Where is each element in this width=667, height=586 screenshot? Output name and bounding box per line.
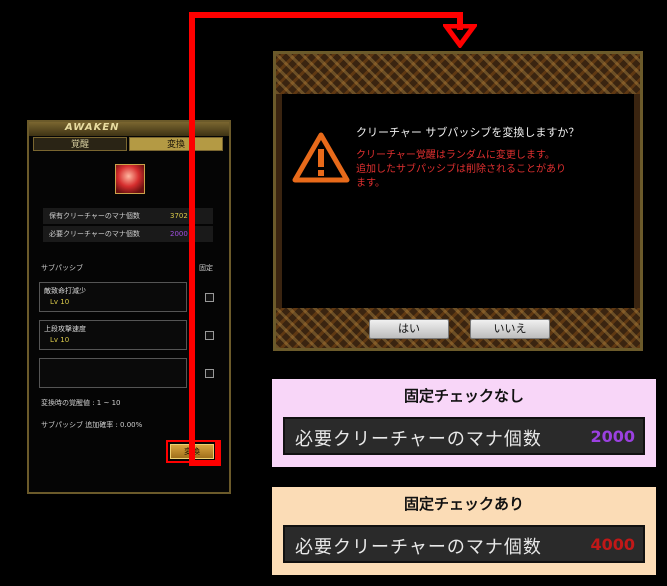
info-title: 固定チェックあり [403,495,524,513]
mana-bar-label: 必要クリーチャーのマナ個数 [295,537,542,558]
checkbox-icon[interactable] [205,331,214,340]
owned-mana-value: 3702 [170,212,188,220]
awaken-panel: AWAKEN 覚醒 変換 保有クリーチャーのマナ個数 3702 必要クリーチャー… [27,120,231,494]
sub-passive-slot[interactable] [39,358,187,388]
dialog-frame-bottom [276,308,640,348]
dialog-question: クリーチャー サブパッシブを変換しますか？ [356,126,580,139]
yes-button[interactable]: はい [369,319,449,339]
fixed-label: 固定 [199,264,213,272]
awaken-value-text: 変換時の覚醒値 : 1 ~ 10 [41,399,121,407]
warning-triangle-icon [292,132,350,183]
mana-bar-label: 必要クリーチャーのマナ個数 [295,429,542,450]
dialog-frame-right [634,94,640,308]
arrow-head-icon [443,24,477,48]
sub-passive-slot[interactable]: 上段攻撃速度 Lv 10 [39,320,187,350]
tab-awaken[interactable]: 覚醒 [33,137,127,151]
no-button[interactable]: いいえ [470,319,550,339]
mana-bar-value: 2000 [590,427,635,446]
arrow-line [189,12,195,466]
add-chance-text: サブパッシブ 追加確率 : 0.00% [41,421,143,429]
dialog-warning-line: 追加したサブパッシブは削除されることがあり [356,164,566,175]
info-box-fixed: 固定チェックあり 必要クリーチャーのマナ個数 4000 [272,487,656,575]
dialog-warning-line: ます。 [356,178,385,189]
awaken-header [29,122,229,136]
info-title: 固定チェックなし [403,387,524,405]
creature-portrait-icon[interactable] [115,164,145,194]
required-mana-value: 2000 [170,230,188,238]
slot-name: 上段攻撃速度 [44,325,86,333]
mana-bar: 必要クリーチャーのマナ個数 2000 [283,417,645,455]
checkbox-icon[interactable] [205,293,214,302]
mana-bar: 必要クリーチャーのマナ個数 4000 [283,525,645,563]
mana-bar-value: 4000 [590,535,635,554]
dialog-frame-top [276,54,640,94]
checkbox-icon[interactable] [205,369,214,378]
dialog-warning-line: クリーチャー覚醒はランダムに変更します。 [356,150,555,161]
awaken-title: AWAKEN [65,122,120,133]
owned-mana-row: 保有クリーチャーのマナ個数 3702 [43,208,213,224]
sub-passive-slot[interactable]: 敵致命打減少 Lv 10 [39,282,187,312]
arrow-line [189,12,463,18]
sub-passive-label: サブパッシブ [41,264,83,272]
slot-level: Lv 10 [50,336,70,344]
confirm-dialog: クリーチャー サブパッシブを変換しますか？ クリーチャー覚醒はランダムに変更しま… [273,51,643,351]
slot-level: Lv 10 [50,298,70,306]
info-box-no-fix: 固定チェックなし 必要クリーチャーのマナ個数 2000 [272,379,656,467]
required-mana-row: 必要クリーチャーのマナ個数 2000 [43,226,213,242]
slot-name: 敵致命打減少 [44,287,86,295]
owned-mana-label: 保有クリーチャーのマナ個数 [49,212,140,220]
tab-convert[interactable]: 変換 [129,137,223,151]
required-mana-label: 必要クリーチャーのマナ個数 [49,230,140,238]
